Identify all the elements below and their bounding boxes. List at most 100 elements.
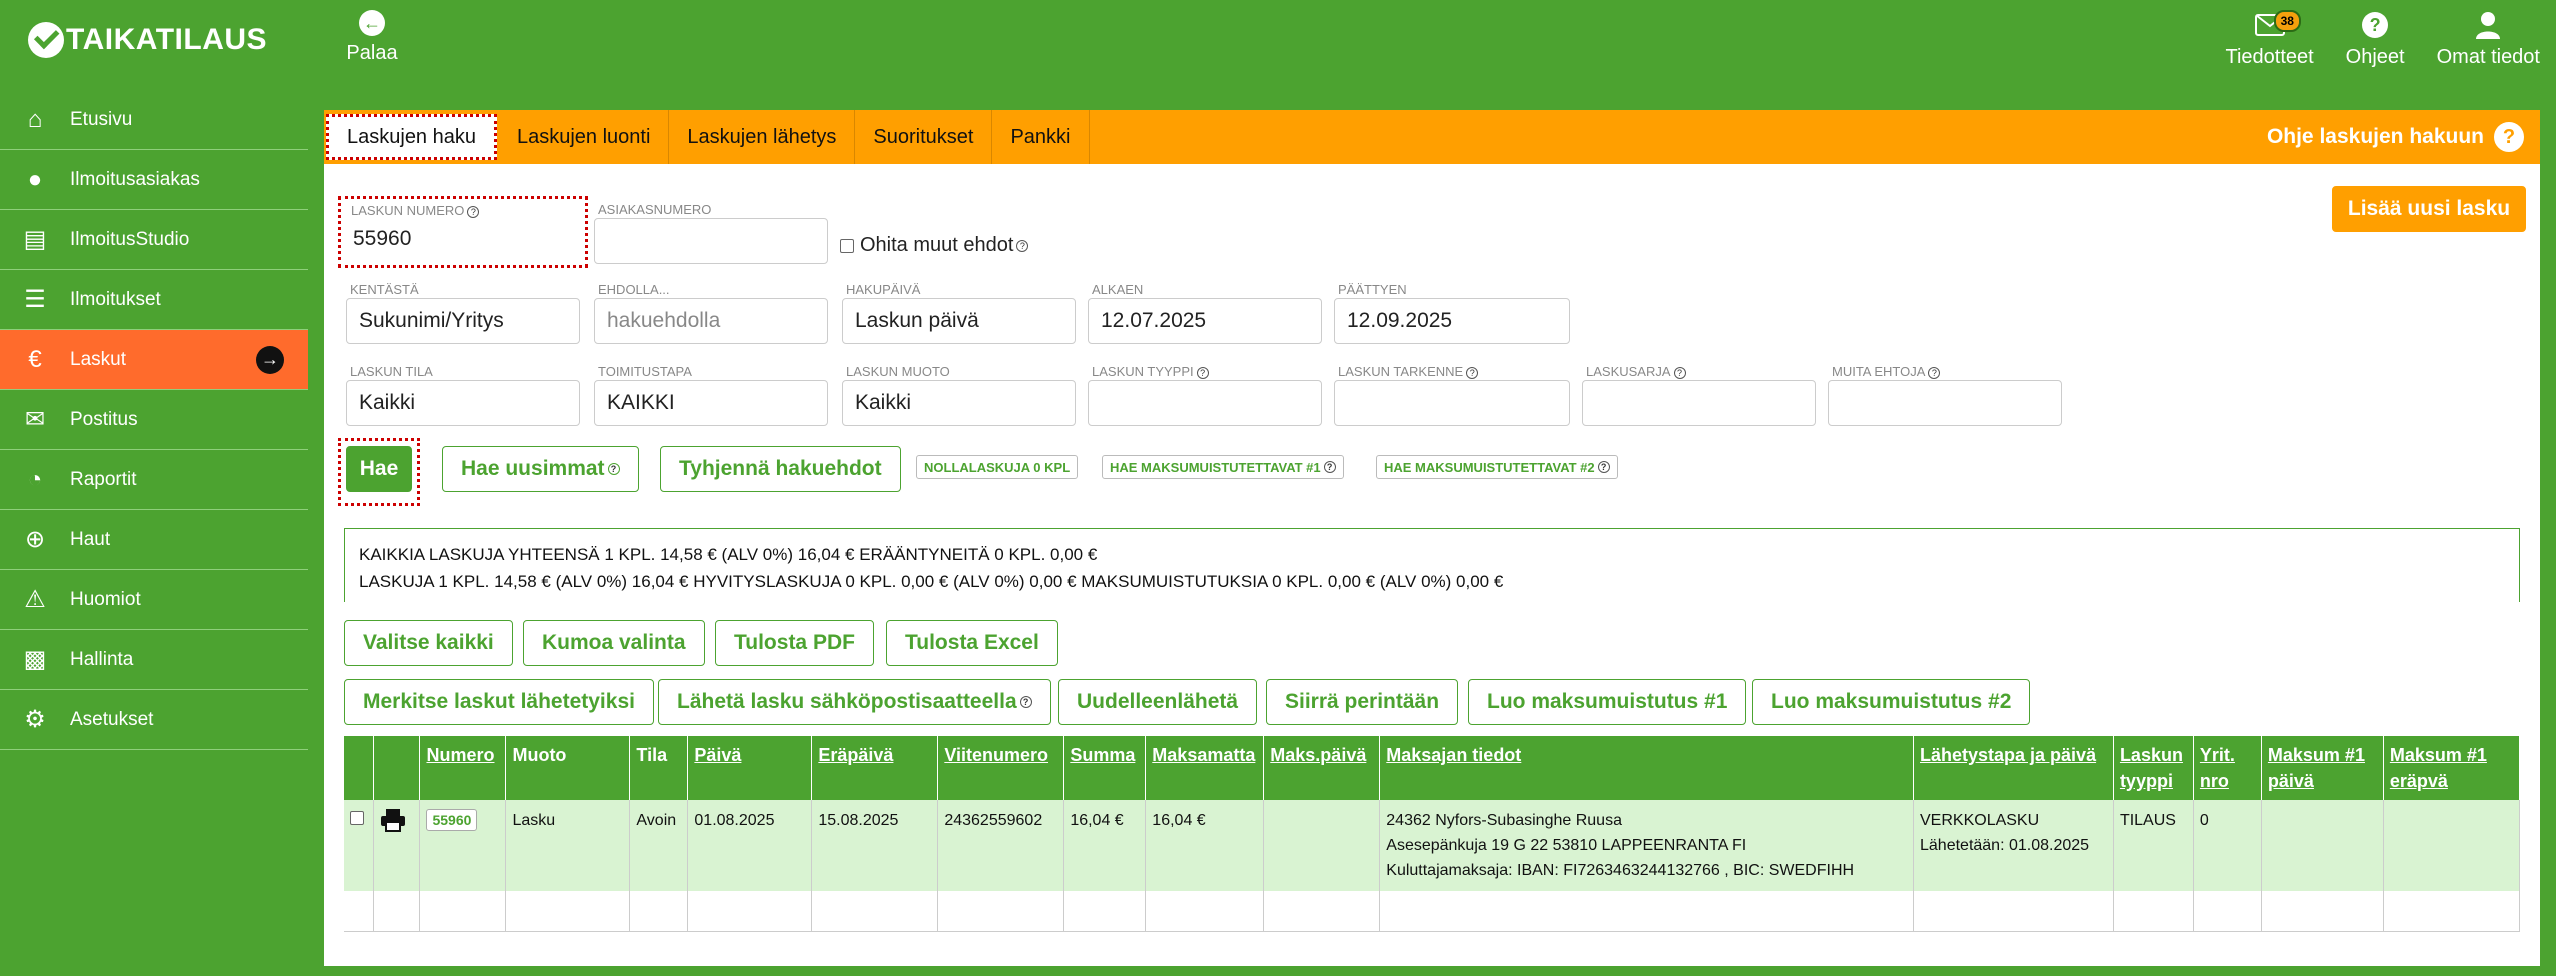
col-erapaiva[interactable]: Eräpäivä <box>811 736 939 800</box>
field-source-select[interactable]: Sukunimi/Yritys <box>346 298 580 344</box>
invoice-series-field: LASKUSARJA? <box>1582 364 1816 426</box>
sidebar-item-asetukset[interactable]: ⚙ Asetukset <box>0 690 308 750</box>
col-yrit-nro[interactable]: Yrit. nro <box>2193 736 2262 800</box>
col-maksajan-tiedot[interactable]: Maksajan tiedot <box>1379 736 1914 800</box>
sidebar-item-haut[interactable]: ⊕ Haut <box>0 510 308 570</box>
sidebar-item-ilmoitusasiakas[interactable]: ● Ilmoitusasiakas <box>0 150 308 210</box>
sidebar-item-raportit[interactable]: ◔ Raportit <box>0 450 308 510</box>
search-date-select[interactable]: Laskun päivä <box>842 298 1076 344</box>
other-conditions-select[interactable] <box>1828 380 2062 426</box>
sidebar-item-label: Etusivu <box>70 108 133 130</box>
create-reminder-2-button[interactable]: Luo maksumuistutus #2 <box>1752 679 2031 725</box>
user-circle-icon: ● <box>27 165 43 193</box>
cell-maksum1-erapva <box>2383 800 2521 891</box>
cell-maksajan-tiedot: 24362 Nyfors-Subasinghe Ruusa Asesepänku… <box>1379 800 1914 891</box>
tab-laskujen-luonti[interactable]: Laskujen luonti <box>499 110 670 164</box>
invoice-series-select[interactable] <box>1582 380 1816 426</box>
skip-conditions-label: Ohita muut ehdot <box>860 234 1014 256</box>
start-date-input[interactable]: 12.07.2025 <box>1088 298 1322 344</box>
tab-pankki[interactable]: Pankki <box>992 110 1090 164</box>
envelope-icon: ✉ <box>24 406 46 433</box>
delivery-method-field: TOIMITUSTAPA KAIKKI <box>594 364 828 426</box>
end-date-field: PÄÄTTYEN 12.09.2025 <box>1334 282 1570 344</box>
col-muoto[interactable]: Muoto <box>505 736 631 800</box>
print-excel-button[interactable]: Tulosta Excel <box>886 620 1058 666</box>
sidebar-item-hallinta[interactable]: ▩ Hallinta <box>0 630 308 690</box>
invoice-status-select[interactable]: Kaikki <box>346 380 580 426</box>
delivery-method-select[interactable]: KAIKKI <box>594 380 828 426</box>
sidebar-item-laskut[interactable]: € Laskut → <box>0 330 308 390</box>
cell-maksum1-paiva <box>2261 800 2384 891</box>
sidebar-item-ilmoitukset[interactable]: ☰ Ilmoitukset <box>0 270 308 330</box>
skip-conditions-checkbox[interactable] <box>840 238 854 253</box>
print-pdf-button[interactable]: Tulosta PDF <box>715 620 874 666</box>
sidebar-item-label: Huomiot <box>70 588 141 610</box>
create-reminder-1-button[interactable]: Luo maksumuistutus #1 <box>1468 679 1747 725</box>
search-button[interactable]: Hae <box>346 446 412 492</box>
invoice-form-select[interactable]: Kaikki <box>842 380 1076 426</box>
deselect-button[interactable]: Kumoa valinta <box>523 620 705 666</box>
brand-logo[interactable]: TAIKATILAUS <box>28 20 267 60</box>
end-date-label: PÄÄTTYEN <box>1338 282 1407 297</box>
add-new-invoice-button[interactable]: Lisää uusi lasku <box>2332 186 2526 232</box>
col-maksum1-paiva[interactable]: Maksum #1 päivä <box>2261 736 2384 800</box>
clear-conditions-button[interactable]: Tyhjennä hakuehdot <box>660 446 901 492</box>
profile-label: Omat tiedot <box>2436 46 2540 68</box>
arrow-left-icon: ← <box>359 10 385 36</box>
help-button[interactable]: ? Ohjeet <box>2330 10 2421 80</box>
tab-help-link[interactable]: Ohje laskujen hakuun ? <box>2267 110 2540 164</box>
search-date-label: HAKUPÄIVÄ <box>846 282 921 297</box>
send-email-button[interactable]: Lähetä lasku sähköpostisaatteella? <box>658 679 1051 725</box>
question-icon: ? <box>2362 12 2389 38</box>
search-date-field: HAKUPÄIVÄ Laskun päivä <box>842 282 1076 344</box>
select-all-button[interactable]: Valitse kaikki <box>344 620 513 666</box>
invoice-type-select[interactable] <box>1088 380 1322 426</box>
col-maksamatta[interactable]: Maksamatta <box>1145 736 1265 800</box>
col-maksum1-erapva[interactable]: Maksum #1 eräpvä <box>2383 736 2521 800</box>
customer-number-input[interactable] <box>594 218 828 264</box>
collection-button[interactable]: Siirrä perintään <box>1266 679 1459 725</box>
condition-input[interactable]: hakuehdolla <box>594 298 828 344</box>
col-select <box>344 736 375 800</box>
invoice-spec-select[interactable] <box>1334 380 1570 426</box>
start-date-label: ALKAEN <box>1092 282 1144 297</box>
col-numero[interactable]: Numero <box>419 736 507 800</box>
invoice-status-field: LASKUN TILA Kaikki <box>346 364 580 426</box>
profile-button[interactable]: Omat tiedot <box>2421 10 2556 80</box>
back-button[interactable]: ← Palaa <box>340 10 404 65</box>
sidebar-item-etusivu[interactable]: ⌂ Etusivu <box>0 90 308 150</box>
brand-name: TAIKATILAUS <box>66 23 268 56</box>
sidebar-item-huomiot[interactable]: ⚠ Huomiot <box>0 570 308 630</box>
notices-button[interactable]: 38 Tiedotteet <box>2209 10 2329 80</box>
reminder-2-tag[interactable]: HAE MAKSUMUISTUTETTAVAT #2? <box>1376 455 1618 479</box>
col-viitenumero[interactable]: Viitenumero <box>937 736 1065 800</box>
col-maksupaiva[interactable]: Maks.päivä <box>1263 736 1381 800</box>
resend-button[interactable]: Uudelleenlähetä <box>1058 679 1258 725</box>
col-laskun-tyyppi[interactable]: Laskun tyyppi <box>2113 736 2194 800</box>
cell-viitenumero: 24362559602 <box>937 800 1065 891</box>
invoice-number-input[interactable]: 55960 <box>347 219 579 259</box>
sidebar-item-label: Haut <box>70 528 111 550</box>
zero-invoices-tag[interactable]: NOLLALASKUJA 0 KPL <box>916 455 1079 479</box>
tab-laskujen-haku[interactable]: Laskujen haku <box>326 114 497 160</box>
invoice-number-link[interactable]: 55960 <box>426 809 478 831</box>
newspaper-icon: ▤ <box>23 226 47 253</box>
col-paiva[interactable]: Päivä <box>687 736 813 800</box>
tab-laskujen-lahetys[interactable]: Laskujen lähetys <box>669 110 856 164</box>
search-latest-button[interactable]: Hae uusimmat? <box>442 446 639 492</box>
col-lahetystapa[interactable]: Lähetystapa ja päivä <box>1913 736 2114 800</box>
row-checkbox[interactable] <box>350 811 364 825</box>
tab-suoritukset[interactable]: Suoritukset <box>855 110 993 164</box>
mark-sent-button[interactable]: Merkitse laskut lähetetyiksi <box>344 679 654 725</box>
reminder-1-tag[interactable]: HAE MAKSUMUISTUTETTAVAT #1? <box>1102 455 1344 479</box>
col-summa[interactable]: Summa <box>1063 736 1147 800</box>
skip-conditions: Ohita muut ehdot? <box>840 234 1029 257</box>
printer-icon[interactable] <box>380 809 406 836</box>
sidebar-item-postitus[interactable]: ✉ Postitus <box>0 390 308 450</box>
payer-name: 24362 Nyfors-Subasinghe Ruusa <box>1386 812 1622 829</box>
question-icon: ? <box>2494 122 2524 152</box>
sidebar-item-ilmoitusstudio[interactable]: ▤ IlmoitusStudio <box>0 210 308 270</box>
end-date-input[interactable]: 12.09.2025 <box>1334 298 1570 344</box>
logo-check-icon <box>28 22 64 58</box>
col-tila[interactable]: Tila <box>629 736 689 800</box>
